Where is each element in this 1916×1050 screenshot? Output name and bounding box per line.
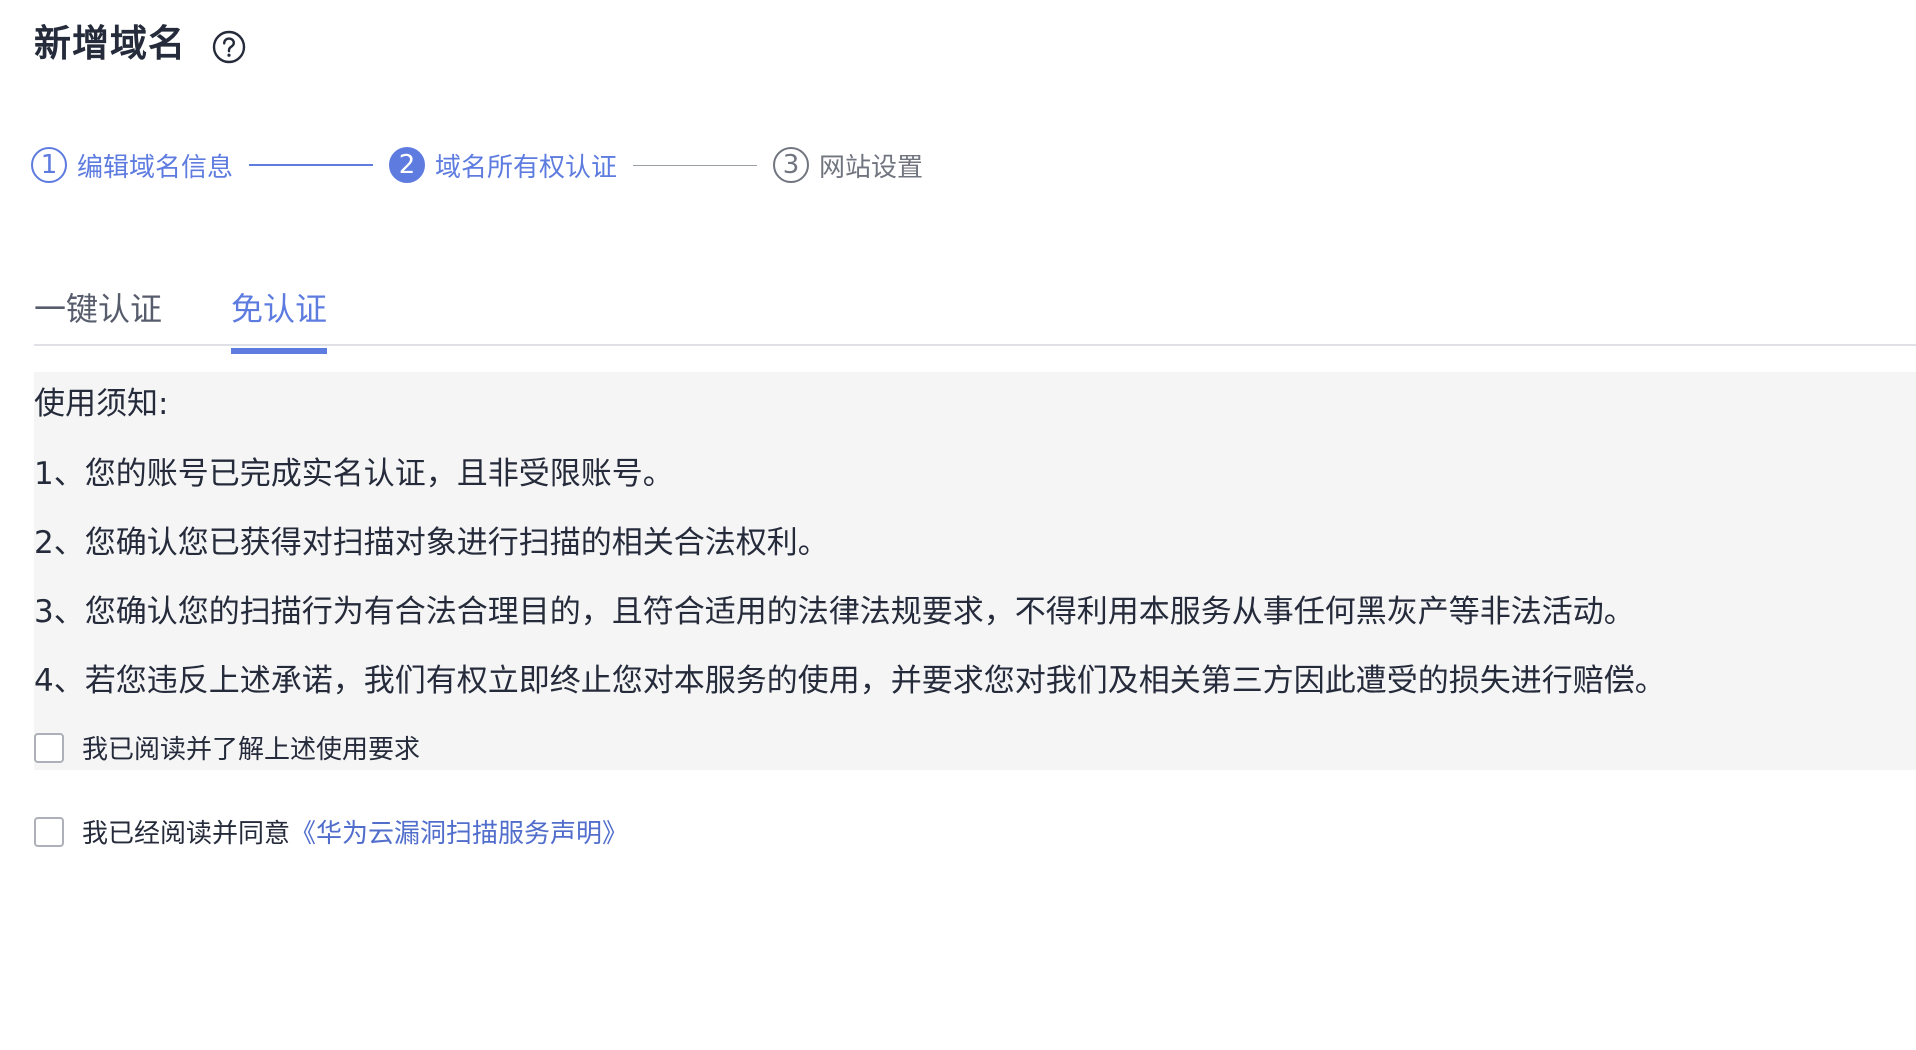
usage-read-label[interactable]: 我已阅读并了解上述使用要求 xyxy=(82,729,420,766)
notice-item: 1、您的账号已完成实名认证，且非受限账号。 xyxy=(34,456,674,492)
step-number: 3 xyxy=(773,147,810,183)
service-statement-link[interactable]: 《华为云漏洞扫描服务声明》 xyxy=(290,819,628,849)
step-label: 网站设置 xyxy=(819,152,924,183)
usage-notice-panel: 使用须知: 1、您的账号已完成实名认证，且非受限账号。 2、您确认您已获得对扫描… xyxy=(34,372,1916,770)
question-circle-icon[interactable] xyxy=(212,30,246,64)
page-title: 新增域名 xyxy=(34,22,186,65)
page-header: 新增域名 xyxy=(34,10,246,70)
agreement-checkbox-row[interactable]: 我已经阅读并同意《华为云漏洞扫描服务声明》 xyxy=(34,813,628,850)
agreement-label: 我已经阅读并同意《华为云漏洞扫描服务声明》 xyxy=(82,813,628,850)
step-label: 编辑域名信息 xyxy=(77,152,234,183)
agreement-checkbox[interactable] xyxy=(34,816,64,847)
notice-title: 使用须知: xyxy=(34,386,169,422)
step-edit-domain-info[interactable]: 1 编辑域名信息 xyxy=(31,147,233,184)
verification-tabs: 一键认证 免认证 xyxy=(34,276,1916,354)
step-domain-ownership: 2 域名所有权认证 xyxy=(389,147,617,184)
agreement-prefix: 我已经阅读并同意 xyxy=(82,819,291,849)
tab-one-click-verify[interactable]: 一键认证 xyxy=(34,284,162,344)
notice-item: 3、您确认您的扫描行为有合法合理目的，且符合适用的法律法规要求，不得利用本服务从… xyxy=(34,594,1635,630)
usage-read-checkbox[interactable] xyxy=(34,732,64,763)
usage-read-checkbox-row[interactable]: 我已阅读并了解上述使用要求 xyxy=(34,729,420,766)
notice-item: 4、若您违反上述承诺，我们有权立即终止您对本服务的使用，并要求您对我们及相关第三… xyxy=(34,663,1666,699)
notice-item: 2、您确认您已获得对扫描对象进行扫描的相关合法权利。 xyxy=(34,525,829,561)
progress-steps: 1 编辑域名信息 2 域名所有权认证 3 网站设置 xyxy=(31,144,923,186)
step-number: 1 xyxy=(31,147,67,183)
step-number: 2 xyxy=(389,147,426,183)
step-connector xyxy=(249,164,374,166)
page: 新增域名 1 编辑域名信息 2 域名所有权认证 3 网站设置 一键认证 免认证 xyxy=(0,0,1916,1050)
tab-no-verify[interactable]: 免认证 xyxy=(231,284,328,354)
step-label: 域名所有权认证 xyxy=(435,152,618,183)
step-website-settings: 3 网站设置 xyxy=(773,147,923,184)
step-connector xyxy=(633,164,758,166)
